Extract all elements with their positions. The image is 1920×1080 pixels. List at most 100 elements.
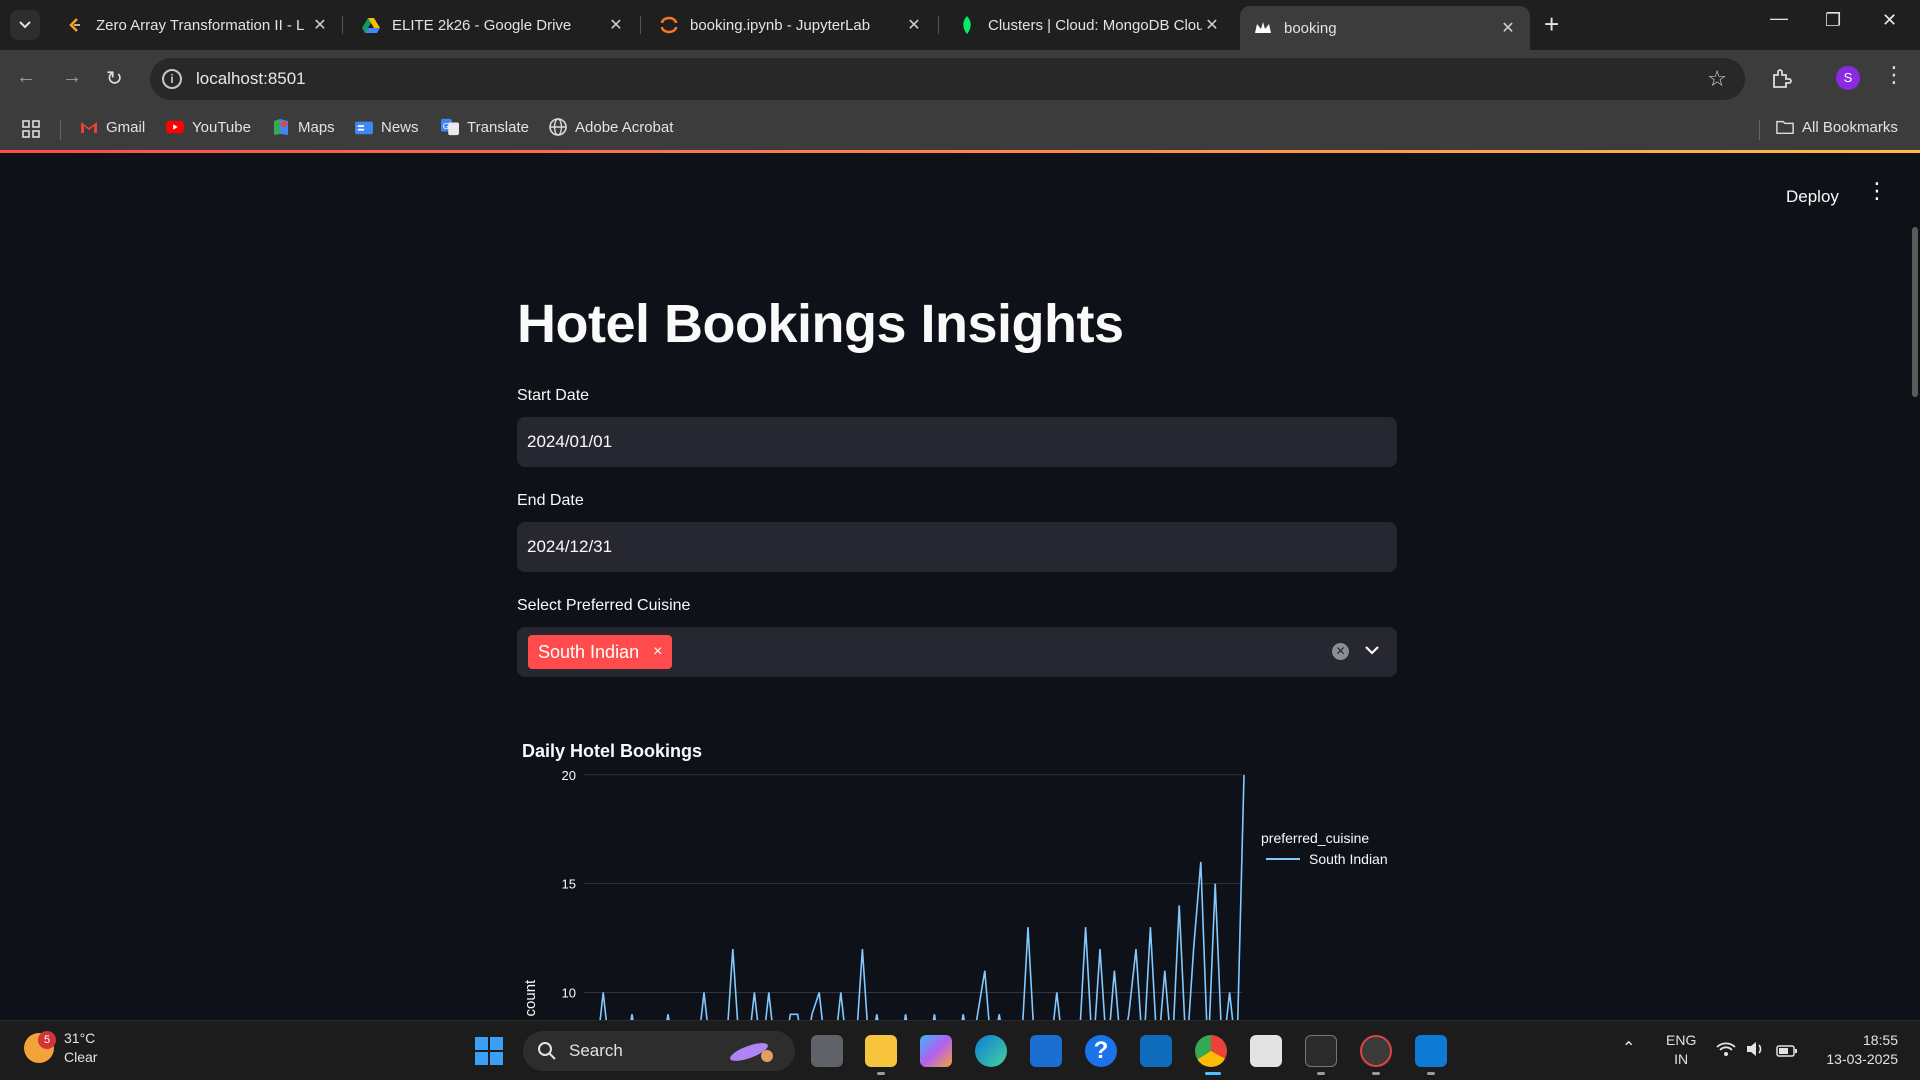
globe-icon	[549, 118, 567, 136]
windows-start-icon[interactable]	[473, 1035, 505, 1067]
cuisine-select-label: Select Preferred Cuisine	[517, 597, 691, 614]
file-explorer-icon[interactable]	[865, 1035, 897, 1067]
svg-text:G: G	[443, 121, 449, 131]
chrome-icon[interactable]	[1195, 1035, 1227, 1067]
media-player-icon[interactable]	[1360, 1035, 1392, 1067]
address-bar[interactable]: i localhost:8501 ☆	[150, 58, 1745, 100]
bookmark-youtube[interactable]: YouTube	[166, 118, 251, 136]
bookmark-label: All Bookmarks	[1802, 118, 1898, 136]
extensions-puzzle-icon[interactable]	[1770, 68, 1792, 96]
bookmark-adobe-acrobat[interactable]: Adobe Acrobat	[549, 118, 673, 136]
google-drive-icon	[362, 16, 380, 34]
gmail-icon	[81, 122, 97, 133]
outlook-icon[interactable]	[1140, 1035, 1172, 1067]
close-icon[interactable]: ✕	[1202, 15, 1222, 35]
battery-icon[interactable]	[1776, 1043, 1798, 1062]
end-date-value[interactable]: 2024/12/31	[527, 537, 612, 557]
page-title: Hotel Bookings Insights	[517, 294, 1124, 354]
start-date-value[interactable]: 2024/01/01	[527, 432, 612, 452]
edge-icon[interactable]	[975, 1035, 1007, 1067]
bookmark-news[interactable]: News	[355, 118, 419, 136]
y-tick-label: 10	[562, 986, 576, 1001]
bookmark-translate[interactable]: G Translate	[441, 118, 529, 136]
language-code: ENG	[1666, 1032, 1697, 1048]
y-tick-label: 15	[562, 877, 576, 892]
tab-search-button[interactable]	[10, 10, 40, 40]
chip-label: South Indian	[538, 641, 640, 662]
bookmark-label: Translate	[467, 118, 529, 136]
all-bookmarks-button[interactable]: All Bookmarks	[1776, 118, 1898, 136]
bookmark-maps[interactable]: Maps	[272, 118, 335, 136]
help-icon[interactable]: ?	[1085, 1035, 1117, 1067]
search-label: Search	[569, 1041, 623, 1060]
streamlit-crown-icon	[1254, 19, 1272, 37]
close-icon[interactable]: ✕	[606, 15, 626, 35]
tab-title: Zero Array Transformation II - L	[96, 16, 305, 34]
tab-mongodb[interactable]: Clusters | Cloud: MongoDB Clou ✕	[944, 8, 1234, 42]
copilot-icon[interactable]	[920, 1035, 952, 1067]
vscode-icon[interactable]	[1415, 1035, 1447, 1067]
tab-jupyterlab[interactable]: booking.ipynb - JupyterLab ✕	[646, 8, 936, 42]
site-info-icon[interactable]: i	[162, 69, 182, 89]
chevron-up-icon[interactable]: ⌃	[1622, 1039, 1635, 1058]
menu-kebab-icon[interactable]: ⋮	[1883, 62, 1905, 88]
url-text[interactable]: localhost:8501	[196, 69, 306, 89]
microsoft-store-icon[interactable]	[1250, 1035, 1282, 1067]
selected-cuisine-chip[interactable]: South Indian ×	[528, 635, 673, 669]
browser-tab-strip: Zero Array Transformation II - L ✕ ELITE…	[0, 0, 1920, 50]
cuisine-multiselect[interactable]: South Indian × ✕	[517, 627, 1397, 677]
google-maps-icon	[274, 119, 288, 135]
deploy-button[interactable]: Deploy	[1786, 187, 1839, 207]
apps-grid-icon[interactable]	[22, 120, 40, 138]
tab-google-drive[interactable]: ELITE 2k26 - Google Drive ✕	[348, 8, 638, 42]
main-menu-icon[interactable]: ⋮	[1866, 180, 1888, 202]
end-date-label: End Date	[517, 492, 584, 509]
profile-avatar[interactable]: S	[1836, 66, 1860, 90]
bookmark-star-icon[interactable]: ☆	[1707, 66, 1727, 92]
start-date-input[interactable]: 2024/01/01	[517, 417, 1397, 467]
tab-title: booking.ipynb - JupyterLab	[690, 16, 871, 34]
folder-icon	[1776, 120, 1794, 135]
y-tick-label: 20	[562, 768, 576, 783]
bookmark-gmail[interactable]: Gmail	[80, 118, 145, 136]
end-date-input[interactable]: 2024/12/31	[517, 522, 1397, 572]
terminal-icon[interactable]	[1305, 1035, 1337, 1067]
chip-remove-icon[interactable]: ×	[653, 643, 662, 661]
language-indicator[interactable]: ENG IN	[1666, 1031, 1696, 1069]
y-axis-label: count	[522, 979, 539, 1017]
close-icon[interactable]: ✕	[310, 15, 330, 35]
tab-booking-active[interactable]: booking ✕	[1240, 6, 1530, 50]
forward-arrow-icon[interactable]: →	[62, 66, 82, 89]
reload-icon[interactable]: ↻	[106, 66, 123, 91]
close-icon[interactable]: ✕	[904, 15, 924, 35]
chevron-down-icon[interactable]	[1365, 639, 1379, 660]
minimize-icon[interactable]: —	[1770, 8, 1788, 29]
window-close-icon[interactable]: ✕	[1882, 10, 1897, 31]
series-line-south-indian	[599, 774, 1245, 1020]
myhp-icon[interactable]	[1030, 1035, 1062, 1067]
weather-widget[interactable]: 5 31°C Clear	[24, 1029, 97, 1067]
page-scrollbar[interactable]	[1912, 227, 1918, 397]
tab-title: booking	[1284, 19, 1337, 37]
jupyter-icon	[660, 16, 678, 34]
back-arrow-icon[interactable]: ←	[16, 66, 36, 89]
new-tab-button[interactable]: +	[1544, 11, 1559, 37]
clock-time: 18:55	[1862, 1032, 1898, 1048]
close-icon[interactable]: ✕	[1498, 18, 1518, 38]
bookmarks-bar: Gmail YouTube Maps News G Translate Adob…	[0, 108, 1920, 150]
google-translate-icon: G	[441, 118, 459, 136]
clock[interactable]: 18:55 13-03-2025	[1818, 1031, 1898, 1069]
wifi-icon[interactable]	[1716, 1041, 1736, 1062]
volume-icon[interactable]	[1746, 1041, 1766, 1062]
windows-taskbar: 5 31°C Clear Search ? ⌃ ENG IN 18:55 13-…	[0, 1020, 1920, 1080]
tab-zero-array[interactable]: Zero Array Transformation II - L ✕	[52, 8, 342, 42]
daily-bookings-chart[interactable]: 10 15 20 count preferred_cuisine South Indian	[517, 753, 1397, 1020]
task-view-icon[interactable]	[811, 1035, 843, 1067]
temperature: 31°C	[64, 1030, 96, 1046]
tab-title: ELITE 2k26 - Google Drive	[392, 16, 572, 34]
clear-all-icon[interactable]: ✕	[1332, 643, 1349, 660]
bookmark-label: YouTube	[192, 118, 251, 136]
tab-title: Clusters | Cloud: MongoDB Clou	[988, 16, 1202, 34]
taskbar-search[interactable]: Search	[523, 1031, 795, 1071]
restore-icon[interactable]: ❐	[1825, 10, 1841, 31]
